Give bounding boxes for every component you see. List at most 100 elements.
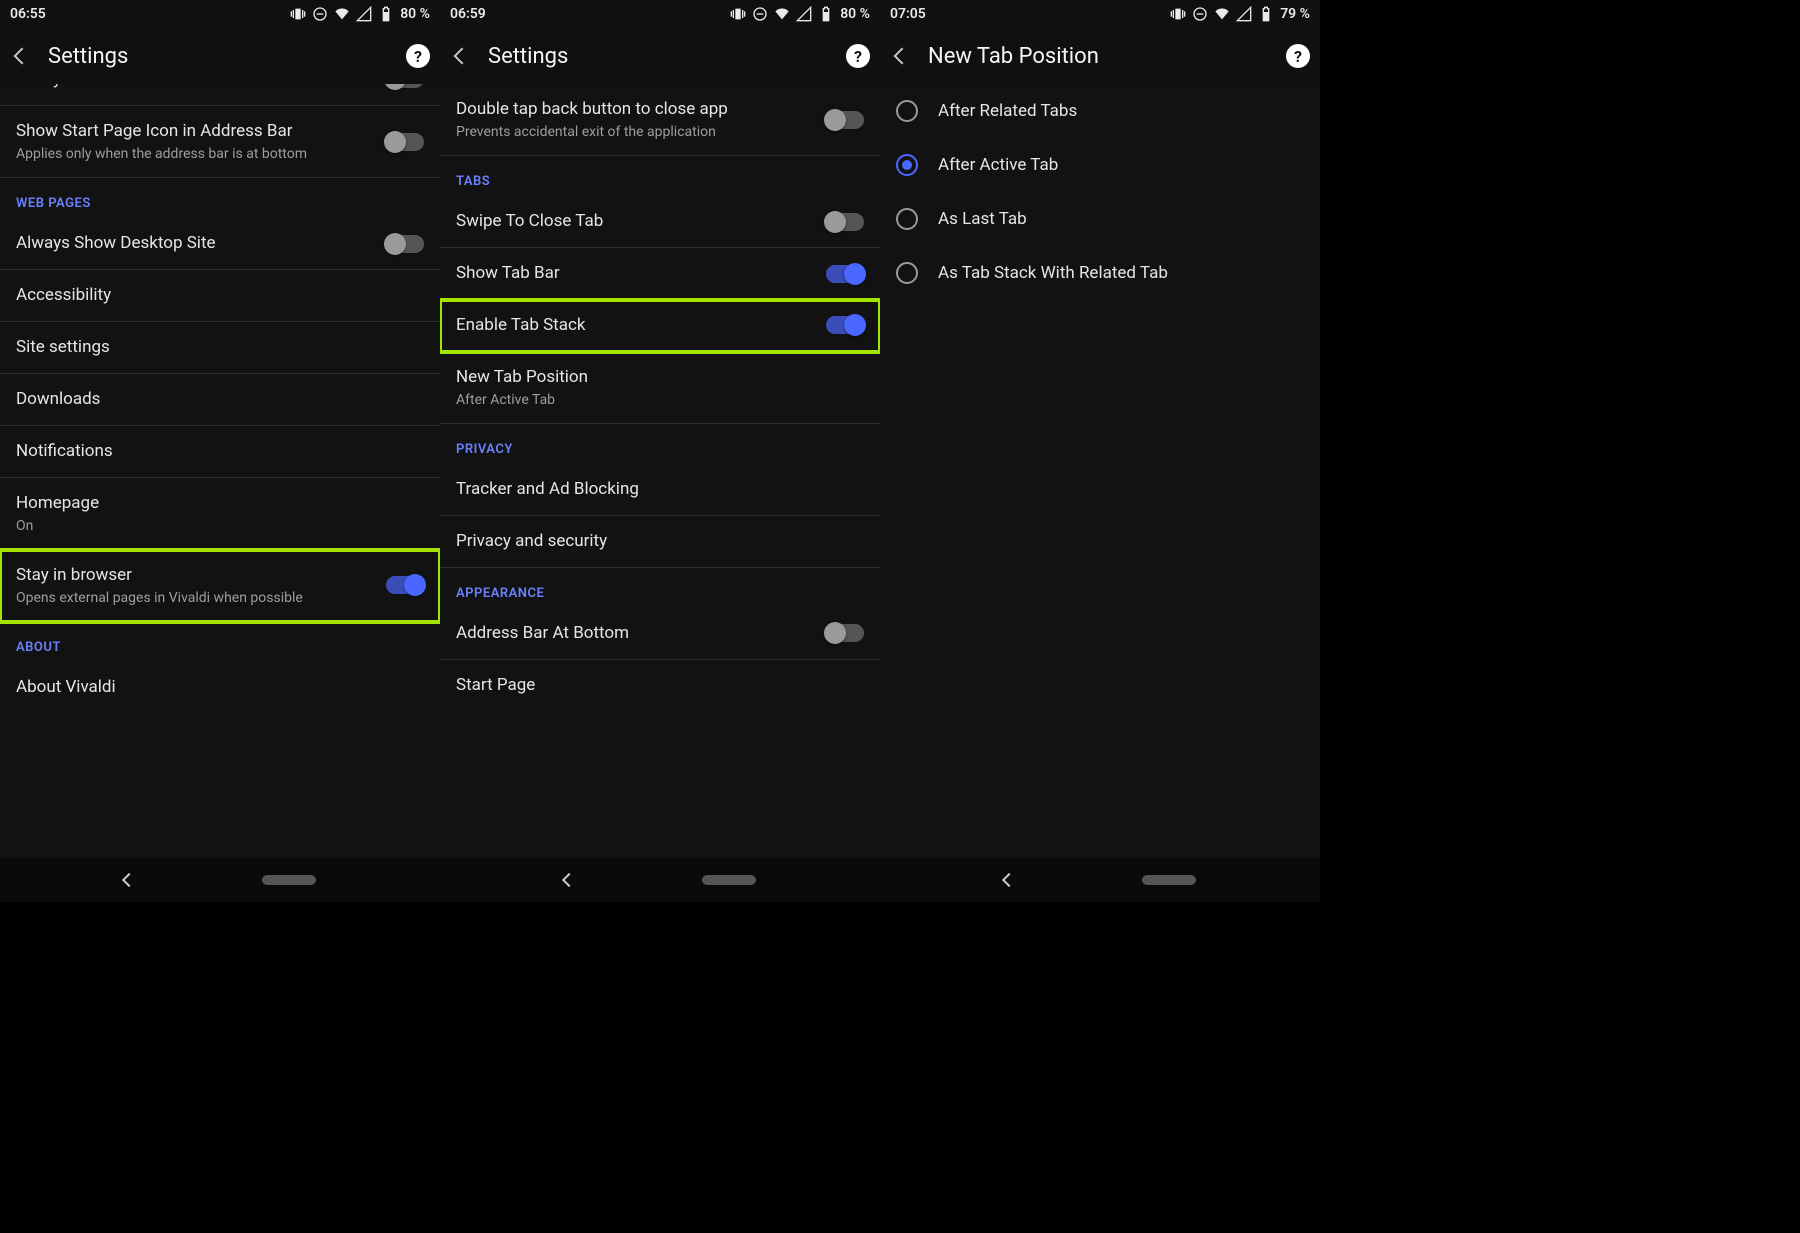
- battery-icon: [378, 6, 394, 22]
- setting-row-always-show-controls[interactable]: Always Show Controls: [0, 84, 440, 106]
- setting-label: Show Start Page Icon in Address Bar: [16, 120, 376, 143]
- nav-bar: [0, 858, 440, 902]
- setting-row-tracker-and-ad-blocking[interactable]: Tracker and Ad Blocking: [440, 464, 880, 516]
- toggle-switch[interactable]: [826, 213, 864, 231]
- vibrate-icon: [290, 6, 306, 22]
- radio-option-after-related-tabs[interactable]: After Related Tabs: [880, 84, 1320, 138]
- status-bar: 06:55 80 %: [0, 0, 440, 28]
- toggle-switch[interactable]: [386, 133, 424, 151]
- status-icons: 80 %: [290, 6, 430, 22]
- battery-icon: [1258, 6, 1274, 22]
- setting-row-always-show-desktop-site[interactable]: Always Show Desktop Site: [0, 218, 440, 270]
- toggle-switch[interactable]: [386, 576, 424, 594]
- app-bar: Settings ?: [0, 28, 440, 84]
- setting-label: Downloads: [16, 388, 424, 411]
- radio-button[interactable]: [896, 100, 918, 122]
- help-button[interactable]: ?: [406, 44, 430, 68]
- nav-home-pill[interactable]: [262, 875, 316, 885]
- radio-button[interactable]: [896, 154, 918, 176]
- radio-button[interactable]: [896, 208, 918, 230]
- help-button[interactable]: ?: [846, 44, 870, 68]
- setting-label: Enable Tab Stack: [456, 314, 816, 337]
- status-time: 07:05: [890, 6, 926, 22]
- nav-home-pill[interactable]: [702, 875, 756, 885]
- setting-sublabel: Opens external pages in Vivaldi when pos…: [16, 589, 376, 607]
- wifi-icon: [774, 6, 790, 22]
- setting-sublabel: Applies only when the address bar is at …: [16, 145, 376, 163]
- setting-row-start-page[interactable]: Start Page: [440, 660, 880, 711]
- nav-back-button[interactable]: [1002, 873, 1016, 887]
- radio-label: After Related Tabs: [938, 101, 1077, 121]
- setting-row-address-bar-at-bottom[interactable]: Address Bar At Bottom: [440, 608, 880, 660]
- toggle-switch[interactable]: [826, 111, 864, 129]
- toggle-switch[interactable]: [826, 316, 864, 334]
- setting-row-new-tab-position[interactable]: New Tab PositionAfter Active Tab: [440, 352, 880, 424]
- toggle-knob: [384, 84, 406, 90]
- radio-label: As Last Tab: [938, 209, 1027, 229]
- back-button[interactable]: [448, 50, 476, 62]
- setting-label: Start Page: [456, 674, 864, 697]
- toggle-knob: [384, 131, 406, 153]
- vibrate-icon: [1170, 6, 1186, 22]
- nav-bar: [880, 858, 1320, 902]
- radio-option-as-tab-stack-with-related-tab[interactable]: As Tab Stack With Related Tab: [880, 246, 1320, 300]
- back-button[interactable]: [8, 50, 36, 62]
- toggle-knob: [844, 263, 866, 285]
- section-header-privacy: PRIVACY: [440, 424, 880, 464]
- section-header-web-pages: WEB PAGES: [0, 178, 440, 218]
- setting-row-privacy-and-security[interactable]: Privacy and security: [440, 516, 880, 568]
- wifi-icon: [1214, 6, 1230, 22]
- dnd-icon: [752, 6, 768, 22]
- nav-back-button[interactable]: [122, 873, 136, 887]
- setting-label: Always Show Controls: [16, 84, 376, 91]
- status-time: 06:59: [450, 6, 486, 22]
- setting-row-downloads[interactable]: Downloads: [0, 374, 440, 426]
- radio-label: As Tab Stack With Related Tab: [938, 263, 1168, 283]
- radio-option-as-last-tab[interactable]: As Last Tab: [880, 192, 1320, 246]
- status-time: 06:55: [10, 6, 46, 22]
- setting-row-show-tab-bar[interactable]: Show Tab Bar: [440, 248, 880, 300]
- setting-row-stay-in-browser[interactable]: Stay in browserOpens external pages in V…: [0, 550, 440, 622]
- dnd-icon: [312, 6, 328, 22]
- setting-label: Swipe To Close Tab: [456, 210, 816, 233]
- setting-row-notifications[interactable]: Notifications: [0, 426, 440, 478]
- radio-option-after-active-tab[interactable]: After Active Tab: [880, 138, 1320, 192]
- setting-label: Privacy and security: [456, 530, 864, 553]
- radio-list[interactable]: After Related Tabs After Active Tab As Las…: [880, 84, 1320, 858]
- help-button[interactable]: ?: [1286, 44, 1310, 68]
- battery-percent: 80 %: [400, 6, 430, 22]
- setting-row-site-settings[interactable]: Site settings: [0, 322, 440, 374]
- app-bar: Settings ?: [440, 28, 880, 84]
- chevron-left-icon: [14, 48, 31, 65]
- setting-row-swipe-to-close-tab[interactable]: Swipe To Close Tab: [440, 196, 880, 248]
- toggle-switch[interactable]: [826, 624, 864, 642]
- setting-label: Tracker and Ad Blocking: [456, 478, 864, 501]
- radio-button[interactable]: [896, 262, 918, 284]
- toggle-switch[interactable]: [386, 235, 424, 253]
- screen-settings-1: 06:55 80 % Settings ? Always Show Contro…: [0, 0, 440, 902]
- setting-row-about-vivaldi[interactable]: About Vivaldi: [0, 662, 440, 713]
- signal-icon: [1236, 6, 1252, 22]
- setting-row-show-start-page-icon-in-address-bar[interactable]: Show Start Page Icon in Address Bar Appli…: [0, 106, 440, 178]
- section-header-appearance: APPEARANCE: [440, 568, 880, 608]
- nav-back-button[interactable]: [562, 873, 576, 887]
- toggle-knob: [824, 109, 846, 131]
- status-icons: 79 %: [1170, 6, 1310, 22]
- page-title: New Tab Position: [928, 44, 1274, 69]
- setting-row-enable-tab-stack[interactable]: Enable Tab Stack: [440, 300, 880, 352]
- toggle-switch[interactable]: [826, 265, 864, 283]
- setting-label: Double tap back button to close app: [456, 98, 816, 121]
- chevron-left-icon: [454, 48, 471, 65]
- setting-label: New Tab Position: [456, 366, 864, 389]
- setting-row-homepage[interactable]: HomepageOn: [0, 478, 440, 550]
- setting-row-accessibility[interactable]: Accessibility: [0, 270, 440, 322]
- settings-list[interactable]: Double tap back button to close appPreve…: [440, 84, 880, 858]
- settings-list[interactable]: Always Show Controls Show Start Page Icon…: [0, 84, 440, 858]
- back-button[interactable]: [888, 50, 916, 62]
- setting-label: Homepage: [16, 492, 424, 515]
- page-title: Settings: [48, 44, 394, 69]
- setting-row-double-tap-back-button-to-close-app[interactable]: Double tap back button to close appPreve…: [440, 84, 880, 156]
- toggle-switch[interactable]: [386, 84, 424, 88]
- chevron-left-icon: [894, 48, 911, 65]
- nav-home-pill[interactable]: [1142, 875, 1196, 885]
